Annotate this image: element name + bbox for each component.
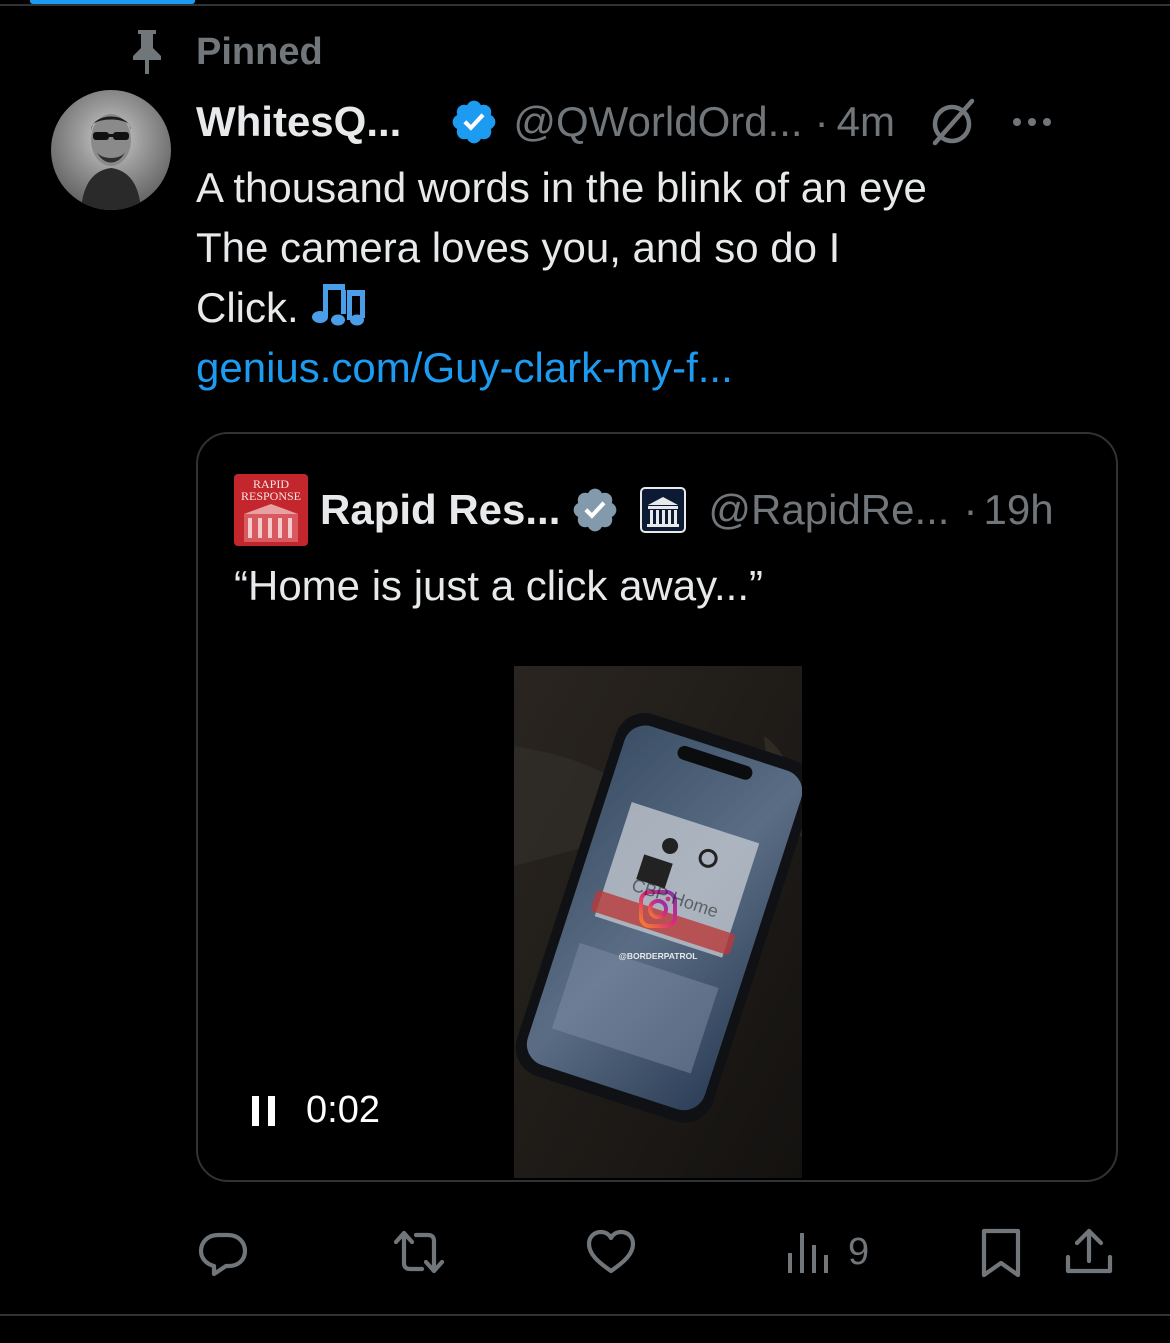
repost-button[interactable] <box>392 1220 446 1284</box>
tweet-line-3: Click. <box>196 278 927 338</box>
quote-text: “Home is just a click away...” <box>234 562 763 609</box>
bookmark-button[interactable] <box>974 1220 1028 1284</box>
quote-display-name[interactable]: Rapid Res... <box>320 486 560 534</box>
tweet-link[interactable]: genius.com/Guy-clark-my-f... <box>196 338 733 398</box>
repost-icon <box>393 1230 445 1274</box>
music-notes-icon <box>311 284 365 326</box>
pause-icon[interactable] <box>250 1094 278 1128</box>
quote-handle[interactable]: @RapidRe... <box>708 486 949 534</box>
tweet-text: A thousand words in the blink of an eye … <box>196 158 927 338</box>
author-handle[interactable]: @QWorldOrd... <box>513 98 802 146</box>
video-player[interactable]: @BORDERPATROL CBP Home <box>514 666 802 1178</box>
verified-badge-icon[interactable] <box>449 97 499 147</box>
grok-icon[interactable] <box>925 95 979 149</box>
white-house-affiliate-badge-icon[interactable] <box>640 487 687 533</box>
quote-header: RAPID RESPONSE Rapid Res... @RapidRe... … <box>234 474 1054 546</box>
bookmark-icon <box>981 1228 1021 1278</box>
quote-tweet-card[interactable]: RAPID RESPONSE Rapid Res... @RapidRe... … <box>196 432 1118 1182</box>
tweet-line-3-text: Click. <box>196 284 299 331</box>
video-frame: @BORDERPATROL CBP Home <box>514 666 802 1178</box>
separator-dot: · <box>814 98 829 145</box>
views-button[interactable]: 9 <box>782 1220 869 1284</box>
action-bar: 9 <box>196 1220 1118 1284</box>
top-divider <box>0 4 1170 6</box>
reply-icon <box>198 1232 248 1277</box>
tweet-time[interactable]: 4m <box>837 98 895 146</box>
pin-icon <box>133 30 161 74</box>
bottom-divider <box>0 1314 1170 1316</box>
like-icon <box>586 1229 636 1274</box>
views-icon <box>788 1233 828 1273</box>
pinned-label: Pinned <box>196 30 323 73</box>
views-count: 9 <box>848 1230 870 1273</box>
like-button[interactable] <box>584 1220 638 1284</box>
share-icon <box>1065 1228 1113 1274</box>
tweet-line-1: A thousand words in the blink of an eye <box>196 164 927 211</box>
video-elapsed-time: 0:02 <box>306 1089 380 1131</box>
reply-button[interactable] <box>196 1220 250 1284</box>
author-display-name[interactable]: WhitesQ... <box>196 98 401 146</box>
share-button[interactable] <box>1062 1220 1116 1284</box>
avatar[interactable] <box>51 90 171 210</box>
more-icon[interactable] <box>1007 97 1057 147</box>
quote-separator-dot: · <box>963 486 978 533</box>
tweet-header: WhitesQ... @QWorldOrd... · 4m <box>196 92 1126 152</box>
quote-avatar[interactable]: RAPID RESPONSE <box>234 474 308 546</box>
video-controls: 0:02 <box>250 1089 380 1132</box>
gray-verified-badge-icon[interactable] <box>570 485 620 535</box>
video-overlay-text: @BORDERPATROL <box>619 951 698 961</box>
quote-time[interactable]: 19h <box>983 486 1053 534</box>
pinned-row: Pinned <box>128 28 323 76</box>
tweet-line-2: The camera loves you, and so do I <box>196 224 841 271</box>
